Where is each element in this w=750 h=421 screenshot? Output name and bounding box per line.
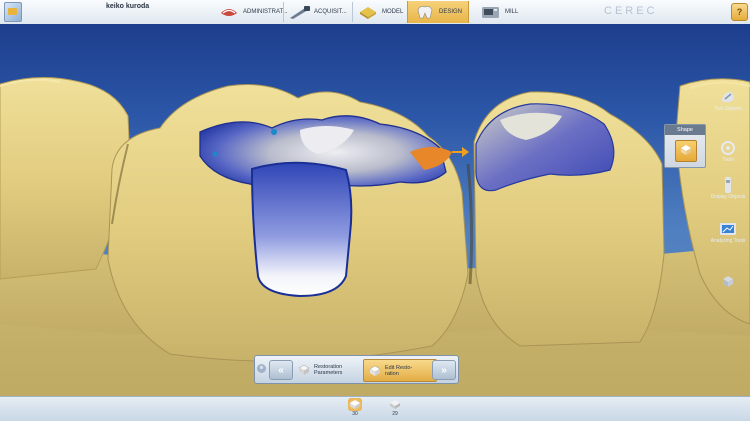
- phase-label-model: MODEL: [382, 9, 404, 15]
- tool-options-label: Tool Options: [714, 106, 742, 112]
- previous-step-button[interactable]: «: [269, 360, 293, 380]
- analyzing-tools-button[interactable]: Analyzing Tools: [708, 220, 748, 244]
- help-button[interactable]: ?: [731, 3, 748, 21]
- 3d-viewport[interactable]: Tool Options Tools Display Objects Analy…: [0, 24, 750, 396]
- step-restoration-parameters[interactable]: Restoration Parameters: [297, 359, 359, 380]
- design-tooth-icon: [414, 3, 436, 21]
- tooth-tab-30[interactable]: 30: [348, 398, 362, 417]
- help-icon: ?: [736, 7, 743, 17]
- tools-icon: [718, 139, 738, 157]
- restoration-parameters-label: Restoration Parameters: [314, 363, 343, 376]
- cerec-logo: CEREC: [604, 5, 658, 17]
- phase-model[interactable]: MODEL: [357, 1, 403, 23]
- edit-restoration-label: Edit Resto- ration: [385, 364, 413, 377]
- tools-label: Tools: [722, 157, 734, 163]
- restoration-parameters-icon: [297, 362, 311, 378]
- top-bar: keiko kuroda ADMINISTRAT... ACQUISIT... …: [0, 0, 750, 25]
- step-edit-restoration[interactable]: Edit Resto- ration: [363, 359, 437, 382]
- step-bar-zoom-icon[interactable]: ⊕: [257, 364, 266, 373]
- tooth-29-number: 29: [392, 411, 398, 417]
- tooth-tab-29[interactable]: 29: [388, 398, 402, 417]
- tools-button[interactable]: Tools: [708, 139, 748, 163]
- phase-administration[interactable]: ADMINISTRAT...: [218, 1, 288, 23]
- tooth-30-icon: [348, 398, 362, 411]
- cube-icon: [718, 272, 738, 290]
- phase-label-design: DESIGN: [439, 9, 463, 15]
- phase-design[interactable]: DESIGN: [407, 1, 470, 23]
- tooth-selection-strip: [0, 396, 750, 421]
- model-icon: [357, 3, 379, 21]
- display-objects-label: Display Objects: [710, 194, 746, 200]
- phase-label-mill: MILL: [505, 9, 519, 15]
- shape-tool-icon: [679, 142, 693, 161]
- app-logo[interactable]: [4, 2, 22, 22]
- shape-panel: Shape: [664, 124, 706, 168]
- phase-label-administration: ADMINISTRAT...: [243, 9, 288, 15]
- double-chevron-left-icon: «: [278, 364, 284, 376]
- shape-panel-title: Shape: [665, 125, 705, 135]
- dental-model-scene[interactable]: [0, 24, 750, 396]
- phase-acquisition[interactable]: ACQUISIT...: [289, 1, 347, 23]
- analyzing-tools-label: Analyzing Tools: [710, 238, 746, 244]
- double-chevron-right-icon: »: [441, 364, 447, 376]
- mill-machine-icon: [480, 3, 502, 21]
- phase-label-acquisition: ACQUISIT...: [314, 9, 347, 15]
- phase-mill[interactable]: MILL: [480, 1, 518, 23]
- phase-divider: [352, 2, 353, 22]
- tool-options-button[interactable]: Tool Options: [708, 88, 748, 112]
- edit-restoration-icon: [368, 363, 382, 379]
- shape-tool-button[interactable]: [675, 140, 697, 162]
- phase-divider: [283, 2, 284, 22]
- patient-name: keiko kuroda: [106, 3, 150, 10]
- administration-icon: [218, 3, 240, 21]
- tooth-29-icon: [388, 398, 402, 411]
- acquisition-camera-icon: [289, 3, 311, 21]
- next-step-button[interactable]: »: [432, 360, 456, 380]
- analyzing-tools-icon: [718, 220, 738, 238]
- display-objects-button[interactable]: Display Objects: [708, 176, 748, 200]
- workflow-step-bar: ⊕ « Restoration Parameters Edit Resto- r…: [254, 355, 459, 384]
- tool-options-icon: [718, 88, 738, 106]
- tooth-30-number: 30: [352, 411, 358, 417]
- display-objects-icon: [718, 176, 738, 194]
- extra-tool-button[interactable]: [708, 272, 748, 290]
